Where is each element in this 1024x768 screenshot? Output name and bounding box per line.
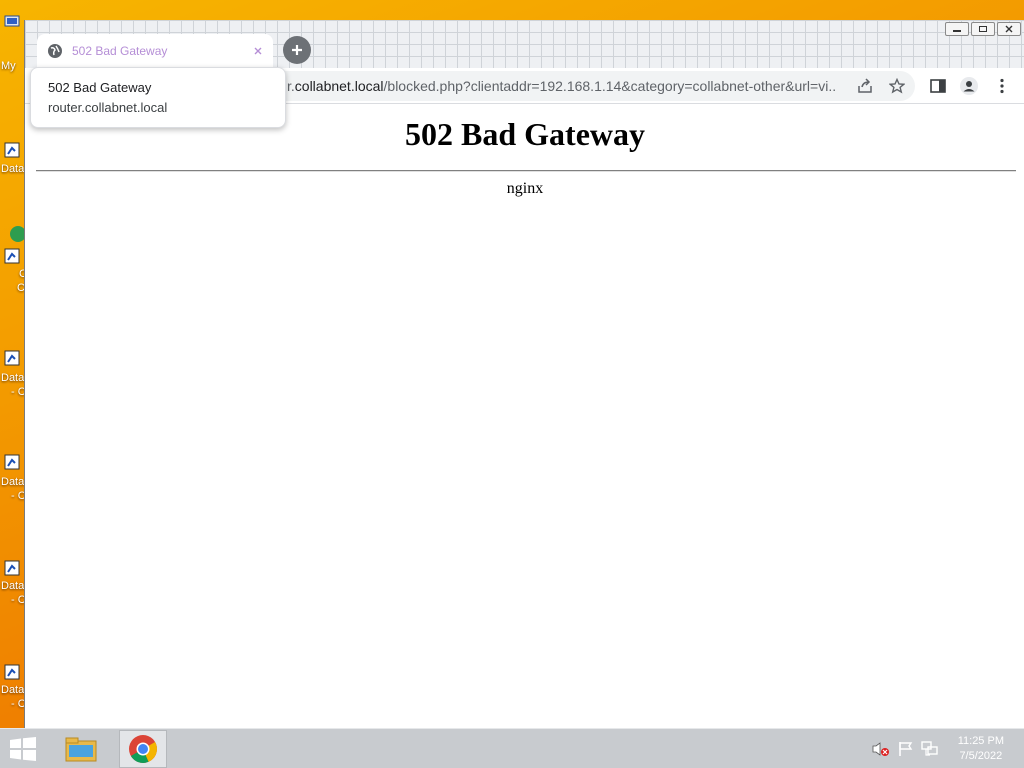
side-panel-icon[interactable] [929,77,947,95]
minimize-icon [953,30,961,32]
volume-muted-icon[interactable] [872,741,890,757]
window-controls [945,22,1021,36]
chrome-shortcut-icon [10,226,24,242]
computer-icon [4,15,20,27]
desktop-icon-label: Data [1,163,24,175]
minimize-button[interactable] [945,22,969,36]
clock-time: 11:25 PM [957,735,1004,747]
shortcut-icon [4,350,20,366]
desktop-icon-shortcut[interactable]: Data - C [0,660,24,720]
url-prefix: r. [287,78,295,94]
desktop-icon-label: - C [11,386,24,398]
clock-date: 7/5/2022 [959,750,1003,762]
network-icon[interactable] [921,741,939,757]
taskbar: 11:25 PM 7/5/2022 [0,728,1024,768]
desktop-icon-my-computer[interactable]: My [0,10,24,76]
address-bar[interactable]: r.collabnet.local/blocked.php?clientaddr… [265,71,915,101]
bookmark-star-icon[interactable] [889,78,905,94]
hover-card-title: 502 Bad Gateway [48,80,152,95]
system-clock[interactable]: 11:25 PM 7/5/2022 [958,734,1004,764]
desktop-icon-shortcut[interactable]: Data [0,120,24,180]
desktop-icon-label: - C [11,594,24,606]
folder-icon [65,737,97,762]
page-divider [36,170,1016,172]
chrome-taskbar-button[interactable] [119,730,167,768]
url-host: collabnet.local [294,78,384,94]
desktop-icon-label: Data [1,476,24,488]
desktop-icon-label: My [1,60,16,72]
shortcut-arrow-icon [4,248,20,264]
url-path: /blocked.php?clientaddr=192.168.1.14&cat… [383,78,837,94]
shortcut-icon [4,664,20,680]
desktop-icon-shortcut[interactable]: Data - C [0,346,24,400]
tab-title: 502 Bad Gateway [72,44,168,58]
desktop-icon-shortcut[interactable]: Data - C [0,556,24,610]
desktop-icon-label: C [17,282,24,294]
more-menu-icon[interactable] [993,77,1011,95]
url-text[interactable]: r.collabnet.local/blocked.php?clientaddr… [287,78,837,94]
close-icon [1005,25,1013,33]
desktop-icon-chrome[interactable]: C C [0,222,24,298]
profile-avatar-icon[interactable] [960,77,978,95]
desktop-icon-label: - C [11,698,24,710]
shortcut-icon [4,454,20,470]
desktop-icon-label: Data [1,372,24,384]
new-tab-button[interactable] [283,36,311,64]
close-window-button[interactable] [997,22,1021,36]
action-center-flag-icon[interactable] [897,741,915,757]
desktop-icon-label: Data [1,684,24,696]
shortcut-icon [4,142,20,158]
restore-icon [979,26,987,32]
server-name: nginx [506,180,544,197]
close-icon [254,47,262,55]
share-icon[interactable] [857,78,873,94]
tab-hover-card: 502 Bad Gateway router.collabnet.local [30,67,286,128]
desktop-icon-shortcut[interactable]: Data - C [0,450,24,504]
desktop-icon-label: Data [1,580,24,592]
page-content: 502 Bad Gateway nginx [25,104,1024,728]
tab-close-button[interactable] [251,44,265,58]
plus-icon [292,45,302,55]
file-explorer-button[interactable] [57,730,105,768]
maximize-button[interactable] [971,22,995,36]
chrome-icon [129,735,157,763]
browser-tab[interactable]: 502 Bad Gateway [37,34,273,68]
windows-start-button[interactable] [8,737,38,761]
globe-icon [48,44,62,58]
desktop-icon-label: - C [11,490,24,502]
shortcut-icon [4,560,20,576]
hover-card-domain: router.collabnet.local [48,100,168,115]
